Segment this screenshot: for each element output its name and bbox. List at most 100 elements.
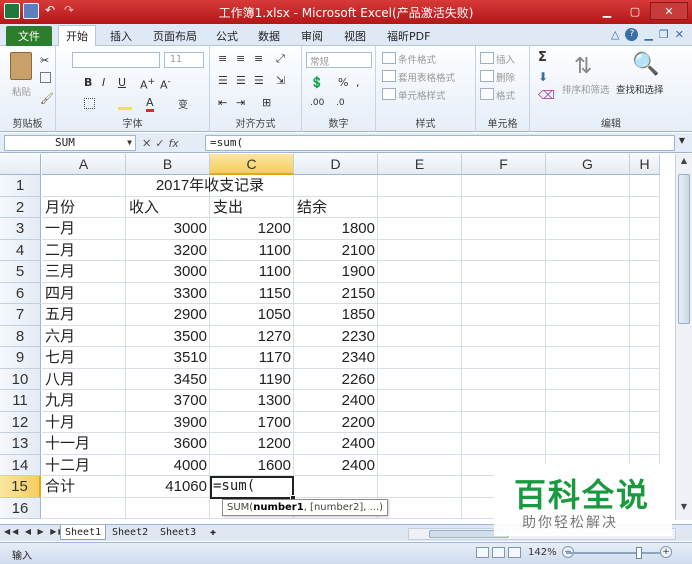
expense-cell[interactable]: 1100 [210,240,294,262]
cancel-entry-icon[interactable]: ✕ [142,137,151,150]
chevron-down-icon[interactable]: ▼ [127,136,132,150]
align-right-icon[interactable]: ☰ [254,74,264,87]
minimize-button[interactable]: ▁ [594,2,620,20]
scroll-up-icon[interactable]: ▲ [677,156,691,172]
cell-g2[interactable] [546,196,630,218]
doc-close-icon[interactable]: ✕ [675,28,684,41]
month-cell[interactable]: 二月 [42,240,126,262]
balance-cell[interactable]: 2340 [294,347,378,369]
page-layout-view-icon[interactable] [492,547,505,558]
expense-cell[interactable]: 1200 [210,433,294,455]
tooltip-arg1[interactable]: number1 [253,502,304,513]
cell-g12[interactable] [546,411,630,433]
month-cell[interactable]: 一月 [42,218,126,240]
balance-cell[interactable]: 2260 [294,369,378,391]
align-middle-icon[interactable]: ≡ [236,52,245,65]
cell-h7[interactable] [630,304,660,326]
income-cell[interactable]: 2900 [126,304,210,326]
balance-cell[interactable]: 2400 [294,390,378,412]
expense-cell[interactable]: 1100 [210,261,294,283]
column-header-d[interactable]: D [294,154,378,175]
fill-icon[interactable]: ⬇ [538,70,548,84]
cell-h1[interactable] [630,175,660,197]
comma-icon[interactable]: , [356,76,360,89]
cell-f8[interactable] [462,325,546,347]
row-header-11[interactable]: 11 [0,390,41,412]
conditional-format-button[interactable]: 条件格式 [398,52,436,66]
income-cell[interactable]: 3200 [126,240,210,262]
income-cell[interactable]: 3300 [126,283,210,305]
cell-e3[interactable] [378,218,462,240]
balance-cell[interactable]: 2400 [294,433,378,455]
cell-h2[interactable] [630,196,660,218]
header-income-cell[interactable]: 收入 [126,197,210,219]
cell-b16[interactable] [126,497,210,519]
cell-e10[interactable] [378,368,462,390]
zoom-slider-knob[interactable] [636,547,642,559]
income-cell[interactable]: 3600 [126,433,210,455]
month-cell[interactable]: 八月 [42,369,126,391]
minimize-ribbon-icon[interactable]: △ [611,28,619,41]
cell-e4[interactable] [378,239,462,261]
cell-h12[interactable] [630,411,660,433]
normal-view-icon[interactable] [476,547,489,558]
row-header-5[interactable]: 5 [0,261,41,283]
balance-cell[interactable]: 2150 [294,283,378,305]
underline-button[interactable]: U [118,76,126,89]
cell-a16[interactable] [42,497,126,519]
cell-styles-button[interactable]: 单元格样式 [398,88,446,102]
expense-cell[interactable]: 1270 [210,326,294,348]
row-header-10[interactable]: 10 [0,368,41,390]
cell-g4[interactable] [546,239,630,261]
income-cell[interactable]: 3510 [126,347,210,369]
close-button[interactable]: ✕ [650,2,688,20]
enter-entry-icon[interactable]: ✓ [155,137,164,150]
cell-f2[interactable] [462,196,546,218]
sort-filter-icon[interactable]: ⇅ [574,54,592,79]
cell-e16[interactable] [378,497,462,519]
header-balance-cell[interactable]: 结余 [294,197,378,219]
cell-f5[interactable] [462,261,546,283]
cell-e12[interactable] [378,411,462,433]
align-top-icon[interactable]: ≡ [218,52,227,65]
cell-h11[interactable] [630,390,660,412]
sheet-title-cell[interactable]: 2017年收支记录 [42,175,378,197]
row-header-4[interactable]: 4 [0,239,41,261]
balance-cell[interactable]: 1800 [294,218,378,240]
cell-e2[interactable] [378,196,462,218]
format-painter-icon[interactable]: 🖌 [40,92,54,105]
expense-cell[interactable]: 1190 [210,369,294,391]
select-all-corner[interactable] [0,154,41,175]
active-cell-border[interactable] [210,476,296,501]
column-header-a[interactable]: A [42,154,126,175]
align-center-icon[interactable]: ☰ [236,74,246,87]
sheet-tab-1[interactable]: Sheet1 [60,525,107,540]
fill-color-icon[interactable] [118,96,132,110]
cell-h4[interactable] [630,239,660,261]
zoom-slider[interactable] [566,547,666,559]
decrease-decimal-icon[interactable]: .0 [336,98,345,108]
cell-e14[interactable] [378,454,462,476]
tab-insert[interactable]: 插入 [110,28,132,44]
cell-f7[interactable] [462,304,546,326]
zoom-level[interactable]: 142% [528,547,557,558]
row-header-12[interactable]: 12 [0,411,41,433]
expense-cell[interactable]: 1050 [210,304,294,326]
column-header-h[interactable]: H [630,154,660,175]
cell-e5[interactable] [378,261,462,283]
sheet-tab-3[interactable]: Sheet3 [156,525,200,540]
cell-g10[interactable] [546,368,630,390]
delete-cells-button[interactable]: 删除 [496,70,515,84]
cell-g3[interactable] [546,218,630,240]
expense-cell[interactable]: 1170 [210,347,294,369]
cell-e11[interactable] [378,390,462,412]
sort-filter-button[interactable]: 排序和筛选 [562,82,610,96]
cell-e8[interactable] [378,325,462,347]
cell-f13[interactable] [462,433,546,455]
decrease-indent-icon[interactable]: ⇤ [218,96,227,109]
align-left-icon[interactable]: ☰ [218,74,228,87]
month-cell[interactable]: 十一月 [42,433,126,455]
cut-icon[interactable]: ✂ [40,54,49,67]
cell-d15[interactable] [294,476,378,498]
doc-restore-icon[interactable]: ❐ [659,28,669,41]
